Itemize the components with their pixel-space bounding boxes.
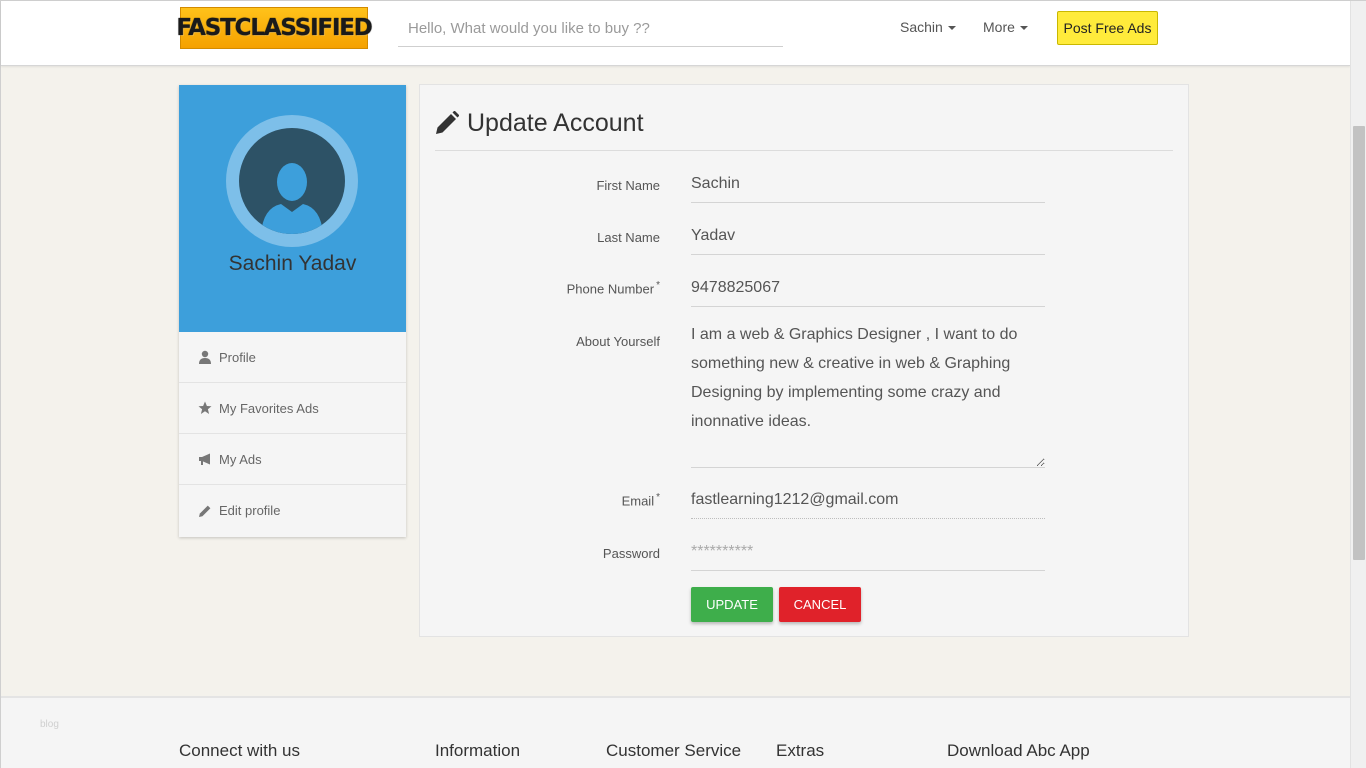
required-marker: * bbox=[656, 492, 660, 503]
more-menu-dropdown[interactable]: More bbox=[983, 19, 1028, 35]
sidebar-item-edit-profile[interactable]: Edit profile bbox=[179, 485, 406, 536]
user-menu-dropdown[interactable]: Sachin bbox=[900, 19, 956, 35]
sidebar-item-label: Edit profile bbox=[219, 503, 281, 518]
blog-link[interactable]: blog bbox=[40, 719, 59, 730]
top-header: FASTCLASSIFIED Sachin More Post Free Ads bbox=[1, 1, 1350, 66]
footer-heading-information: Information bbox=[435, 741, 521, 760]
last-name-field[interactable] bbox=[691, 217, 1045, 255]
scrollbar-thumb[interactable] bbox=[1353, 126, 1365, 560]
password-label: Password bbox=[602, 546, 660, 561]
first-name-field[interactable] bbox=[691, 165, 1045, 203]
phone-label-text: Phone Number bbox=[566, 281, 655, 297]
more-menu-label: More bbox=[983, 19, 1015, 35]
footer-heading-connect: Connect with us bbox=[179, 741, 300, 760]
pencil-icon bbox=[199, 505, 211, 517]
sidebar-item-profile[interactable]: Profile bbox=[179, 332, 406, 383]
panel-title: Update Account bbox=[435, 109, 1173, 151]
avatar-ring bbox=[226, 115, 358, 247]
phone-label: Phone Number * bbox=[567, 280, 660, 296]
sidebar-item-favorites[interactable]: My Favorites Ads bbox=[179, 383, 406, 434]
required-marker: * bbox=[656, 280, 660, 291]
profile-name: Sachin Yadav bbox=[228, 252, 357, 275]
update-account-panel: Update Account First Name Last Name Phon… bbox=[419, 84, 1189, 637]
user-silhouette-icon bbox=[261, 163, 323, 234]
email-label-text: Email bbox=[621, 493, 655, 509]
footer-heading-customer-service: Customer Service bbox=[606, 741, 742, 760]
phone-number-field[interactable] bbox=[691, 269, 1045, 307]
chevron-down-icon bbox=[947, 26, 956, 30]
post-free-ads-button[interactable]: Post Free Ads bbox=[1057, 11, 1158, 45]
page-scrollbar[interactable] bbox=[1350, 1, 1366, 768]
footer-heading-download-app: Download Abc App bbox=[947, 741, 1090, 760]
page-title: Update Account bbox=[467, 109, 644, 137]
site-logo[interactable]: FASTCLASSIFIED bbox=[176, 7, 373, 49]
search-input[interactable] bbox=[398, 11, 783, 47]
about-yourself-textarea[interactable]: I am a web & Graphics Designer , I want … bbox=[691, 320, 1045, 468]
email-label: Email * bbox=[622, 492, 660, 508]
page-footer: blog Connect with us Information Custome… bbox=[1, 696, 1350, 768]
avatar[interactable] bbox=[239, 128, 345, 234]
pencil-icon bbox=[436, 111, 459, 134]
sidebar-item-label: My Ads bbox=[219, 451, 262, 467]
footer-heading-extras: Extras bbox=[776, 741, 825, 760]
sidebar-item-my-ads[interactable]: My Ads bbox=[179, 434, 406, 485]
update-button[interactable]: UPDATE bbox=[691, 587, 773, 622]
sidebar-item-label: My Favorites Ads bbox=[219, 400, 319, 416]
profile-header: Sachin Yadav bbox=[179, 85, 406, 332]
chevron-down-icon bbox=[1019, 26, 1028, 30]
star-icon bbox=[198, 401, 212, 414]
about-label: About Yourself bbox=[576, 334, 660, 349]
profile-card: Sachin Yadav Profile My Favorites Ads My… bbox=[179, 85, 406, 537]
sidebar-item-label: Profile bbox=[219, 349, 256, 365]
megaphone-icon bbox=[199, 453, 210, 465]
email-field[interactable] bbox=[691, 481, 1045, 519]
user-icon bbox=[199, 350, 211, 364]
cancel-button[interactable]: CANCEL bbox=[779, 587, 861, 622]
password-field[interactable] bbox=[691, 533, 1045, 571]
user-menu-label: Sachin bbox=[900, 19, 943, 35]
first-name-label: First Name bbox=[596, 178, 660, 193]
last-name-label: Last Name bbox=[597, 230, 660, 245]
